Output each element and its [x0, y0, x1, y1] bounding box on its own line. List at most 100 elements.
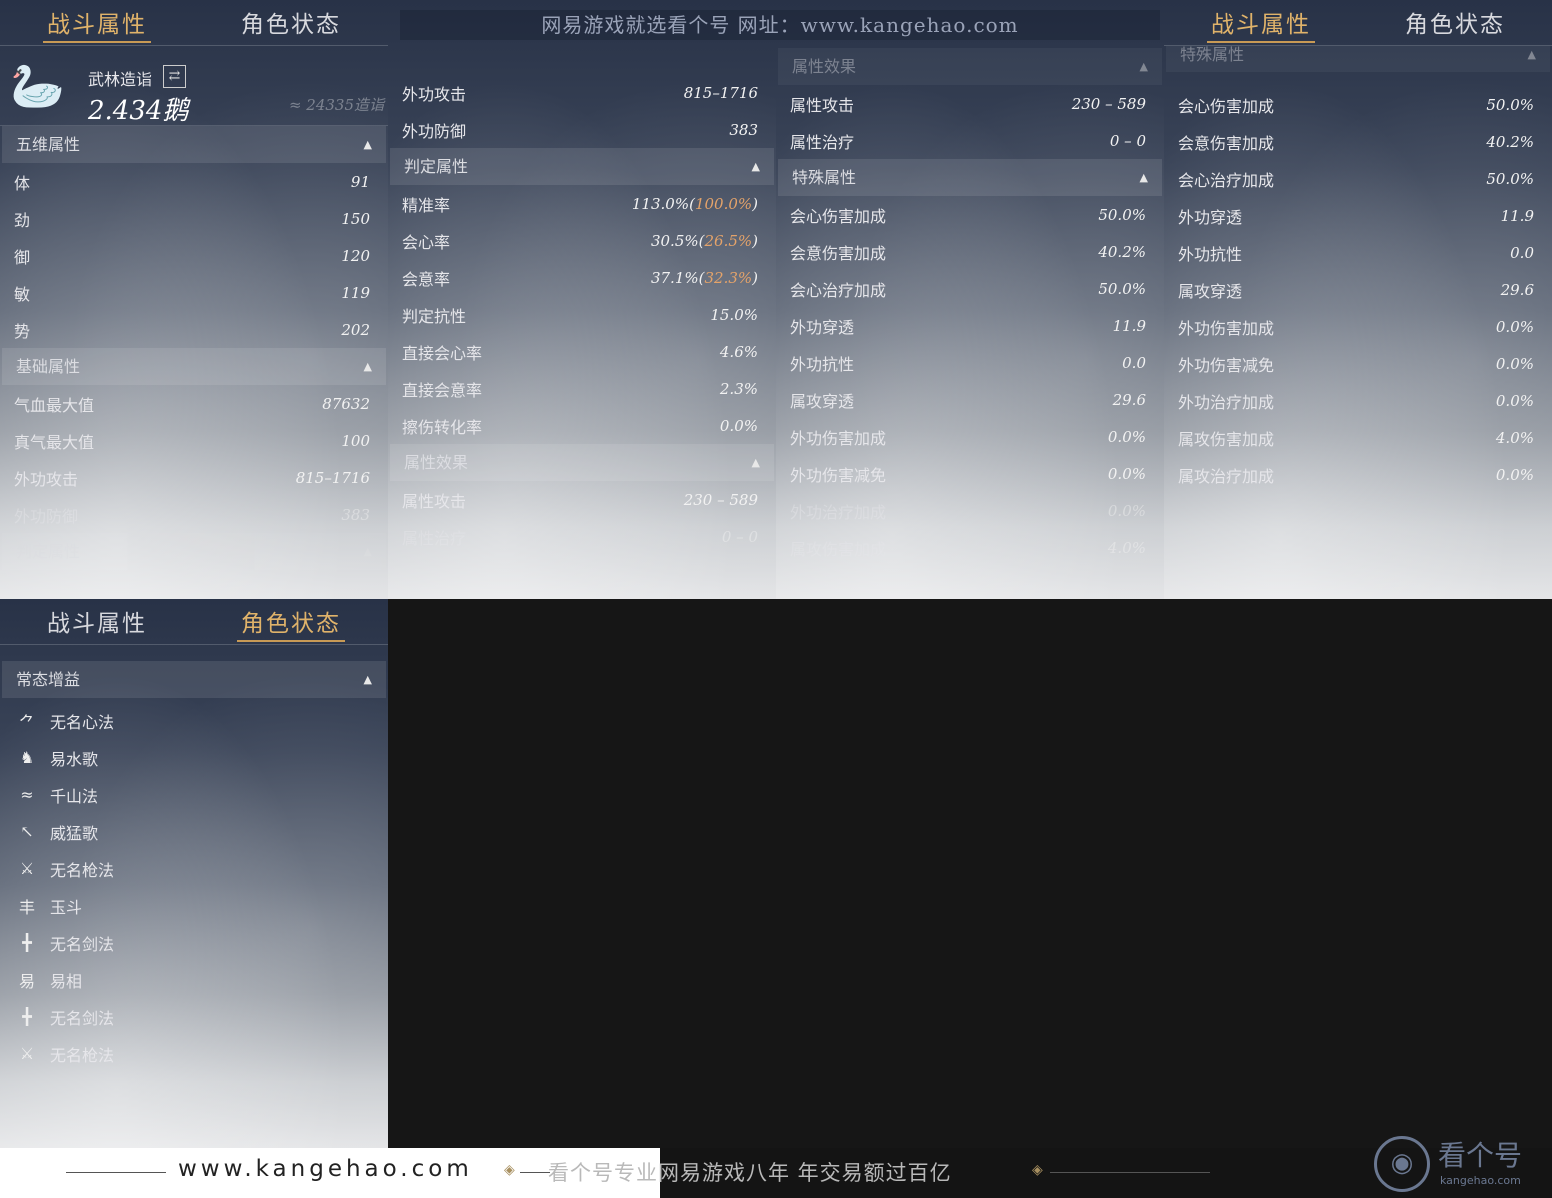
collapse-icon[interactable]: ▲ [752, 444, 760, 481]
collapse-icon[interactable]: ▲ [364, 348, 372, 385]
buff-item[interactable]: ♞ 易水歌 [0, 739, 388, 776]
stat-label: 外功伤害减免 [790, 465, 887, 485]
stat-value: 0.0% [1495, 391, 1534, 410]
buff-icon: ≈ [20, 785, 34, 804]
buff-icon: ╋ [22, 933, 32, 952]
tab-combat[interactable]: 战斗属性 [0, 599, 194, 644]
stat-label: 判定抗性 [402, 306, 467, 326]
stat-label: 外功抗性 [1178, 244, 1243, 264]
section-special[interactable]: 特殊属性 ▲ [1166, 46, 1550, 72]
stat-label: 御 [14, 247, 31, 267]
stat-row: 会心伤害加成 50.0% [1164, 86, 1552, 123]
footer-url[interactable]: www.kangehao.com [178, 1156, 473, 1182]
stat-label: 外功穿透 [1178, 207, 1243, 227]
buff-name: 无名心法 [50, 712, 115, 732]
tab-combat[interactable]: 战斗属性 [1164, 0, 1358, 45]
stat-value: 29.6 [1500, 280, 1534, 299]
buff-item[interactable]: ⚔ 无名枪法 [0, 850, 388, 887]
stat-label: 精准率 [402, 195, 451, 215]
stat-label: 属攻穿透 [790, 391, 855, 411]
section-label: 属性效果 [404, 453, 469, 472]
section-special[interactable]: 特殊属性 ▲ [778, 159, 1162, 196]
tab-bar: 战斗属性 角色状态 [1164, 0, 1552, 46]
stat-label: 擦伤转化率 [402, 417, 483, 437]
buff-item[interactable]: ≈ 千山法 [0, 776, 388, 813]
logo-text: 看个号 [1438, 1139, 1523, 1172]
swap-icon[interactable]: ⇄ [163, 65, 186, 88]
section-buff[interactable]: 常态增益 ▲ [2, 661, 386, 698]
stat-value-base: 32.3% [704, 268, 753, 287]
collapse-icon[interactable]: ▲ [1528, 46, 1536, 64]
profile: 🦢 武林造诣 ⇄ 2.434鹅 ≈ 24335造诣 [0, 46, 388, 126]
stat-label: 会心率 [402, 232, 451, 252]
collapse-icon[interactable]: ▲ [364, 533, 372, 570]
section-base[interactable]: 基础属性 ▲ [2, 348, 386, 385]
stat-value: 30.5%(26.5%) [651, 232, 758, 250]
stat-label: 会意率 [402, 269, 451, 289]
section-label: 特殊属性 [1180, 45, 1245, 64]
combat-panel-3: 属性效果 ▲ 属性攻击 230 – 589 属性治疗 0 – 0 特殊属性 ▲ 会心伤害加… [776, 0, 1164, 599]
stat-value: 0.0% [1107, 501, 1146, 520]
stat-value: 230 – 589 [683, 490, 758, 509]
stat-row: 外功治疗加成 0.0% [776, 492, 1164, 529]
footer-slogan: 看个号专业网易游戏八年 年交易额过百亿 [548, 1161, 952, 1185]
collapse-icon[interactable]: ▲ [364, 126, 372, 163]
stat-row: 精准率 113.0%(100.0%) [388, 185, 776, 222]
stat-label: 外功防御 [402, 121, 467, 141]
collapse-icon[interactable]: ▲ [1140, 48, 1148, 85]
buff-item[interactable]: ⺈无名心法 [0, 702, 388, 739]
stat-row: 擦伤转化率 0.0% [388, 407, 776, 444]
stat-label: 属性治疗 [402, 528, 467, 548]
stat-row: 外功穿透 11.9 [776, 307, 1164, 344]
stat-row: 会心治疗加成 50.0% [1164, 160, 1552, 197]
stat-label: 属攻治疗加成 [1178, 466, 1275, 486]
buff-item[interactable]: ╋ 无名剑法 [0, 924, 388, 961]
buff-icon: ╋ [22, 1007, 32, 1026]
stat-value: 4.6% [719, 342, 758, 361]
section-wuwei[interactable]: 五维属性 ▲ [2, 126, 386, 163]
stat-row: 会意率 37.1%(32.3%) [388, 259, 776, 296]
collapse-icon[interactable]: ▲ [364, 661, 372, 698]
section-attr[interactable]: 属性效果 ▲ [778, 48, 1162, 85]
stat-value-main: 113.0%( [631, 194, 695, 213]
tab-status[interactable]: 角色状态 [194, 0, 388, 45]
stat-row: 外功攻击 815–1716 [0, 459, 388, 496]
buff-icon: ⚔ [19, 1044, 35, 1063]
stat-value: 815–1716 [683, 83, 758, 102]
buff-name: 无名枪法 [50, 1045, 115, 1065]
stat-value: 4.0% [1107, 538, 1146, 557]
collapse-icon[interactable]: ▲ [752, 148, 760, 185]
stat-row: 属攻治疗加成 0.0% [1164, 456, 1552, 493]
buff-item[interactable]: 易易相 [0, 961, 388, 998]
eye-icon: ◉ [1374, 1136, 1430, 1192]
buff-item[interactable]: ╋ 无名剑法 [0, 998, 388, 1035]
stat-value: 0.0% [719, 416, 758, 435]
buff-item[interactable]: 丰玉斗 [0, 887, 388, 924]
stat-row: 势 202 [0, 311, 388, 348]
stat-value: 40.2% [1098, 242, 1146, 261]
stat-row: 御 120 [0, 237, 388, 274]
stat-row: 外功治疗加成 0.0% [1164, 382, 1552, 419]
collapse-icon[interactable]: ▲ [1140, 159, 1148, 196]
section-attr[interactable]: 属性效果 ▲ [390, 444, 774, 481]
buff-item[interactable]: ↖ 威猛歌 [0, 813, 388, 850]
stat-label: 外功攻击 [402, 84, 467, 104]
stat-row: 外功防御 383 [388, 111, 776, 148]
combat-panel-1: 战斗属性 角色状态 🦢 武林造诣 ⇄ 2.434鹅 ≈ 24335造诣 五维属性… [0, 0, 388, 599]
stat-row: 属攻穿透 29.6 [776, 381, 1164, 418]
stat-label: 会心治疗加成 [1178, 170, 1275, 190]
tab-status[interactable]: 角色状态 [1358, 0, 1552, 45]
tab-status[interactable]: 角色状态 [194, 599, 388, 644]
section-judge[interactable]: 判定属性 ▲ [2, 533, 386, 570]
combat-panel-4: 战斗属性 角色状态 特殊属性 ▲ 会心伤害加成 50.0% 会意伤害加成 40.2% 会心… [1164, 0, 1552, 599]
divider [520, 1172, 550, 1173]
stat-row: 属性治疗 0 – 0 [776, 122, 1164, 159]
stat-value: 230 – 589 [1071, 94, 1146, 113]
buff-item[interactable]: ⚔ 无名枪法 [0, 1035, 388, 1072]
tab-bar: 战斗属性 角色状态 [0, 599, 388, 645]
stat-value-base: 26.5% [704, 231, 753, 250]
tab-combat[interactable]: 战斗属性 [0, 0, 194, 45]
buff-icon: 丰 [18, 897, 35, 917]
divider [1050, 1172, 1210, 1173]
section-judge[interactable]: 判定属性 ▲ [390, 148, 774, 185]
